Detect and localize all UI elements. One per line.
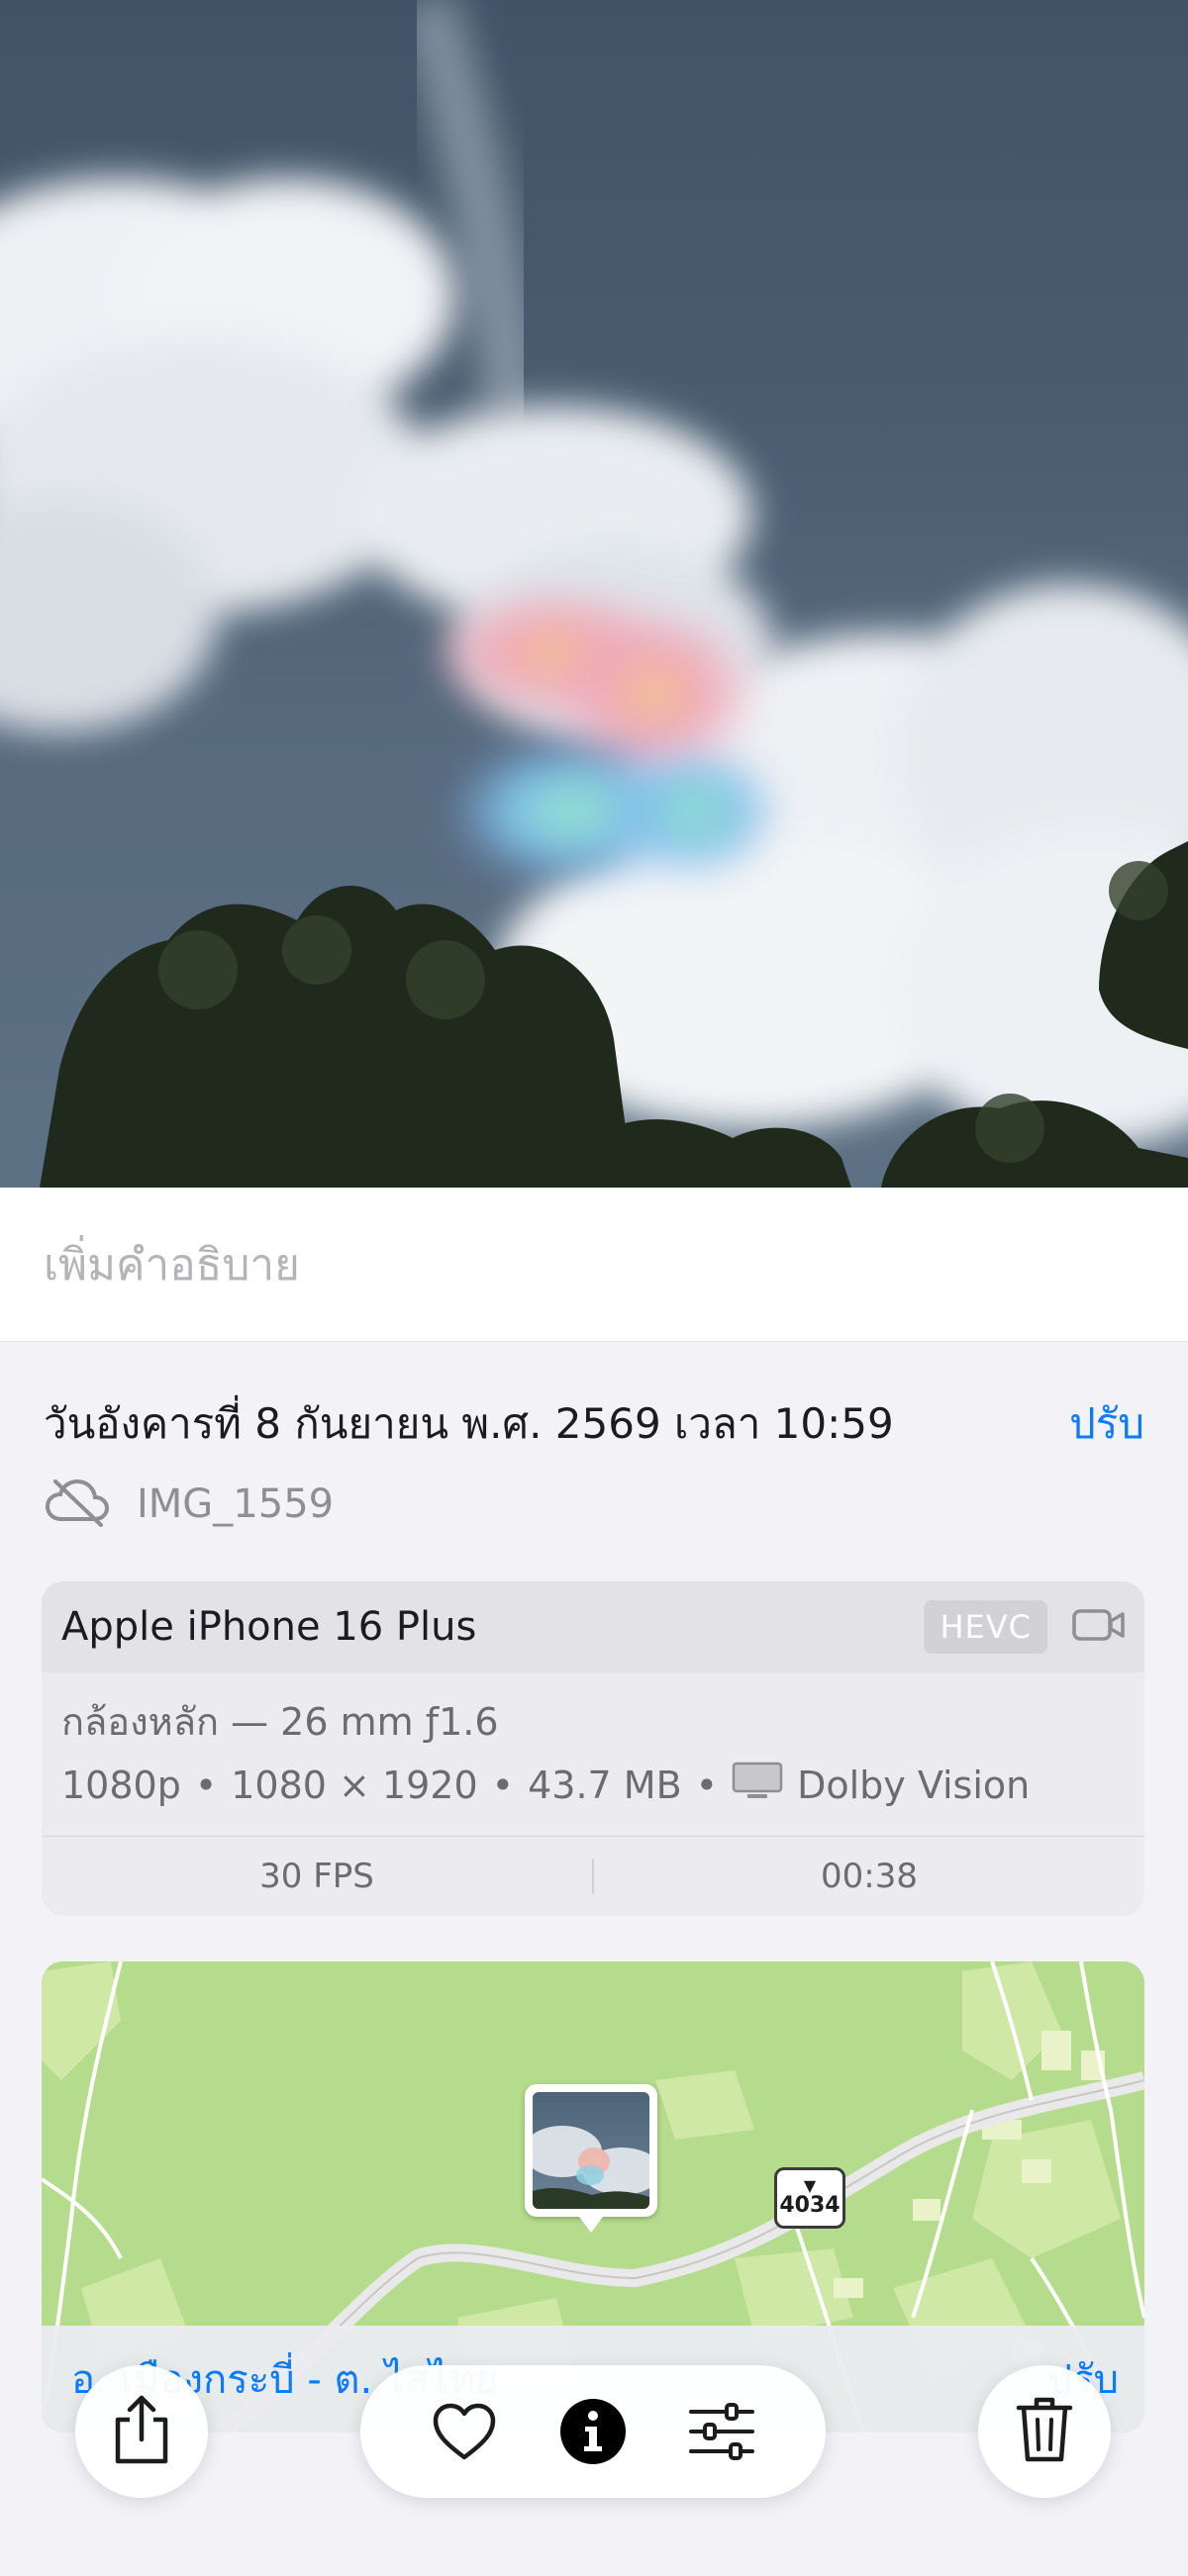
format-badge: HEVC	[924, 1600, 1047, 1654]
bullet: •	[695, 1764, 719, 1807]
capture-date: วันอังคารที่ 8 กันยายน พ.ศ. 2569 เวลา 10…	[44, 1399, 894, 1448]
sliders-icon	[689, 2403, 754, 2460]
pin-thumbnail	[533, 2092, 649, 2209]
heart-icon	[433, 2403, 496, 2460]
delete-button[interactable]	[978, 2365, 1111, 2498]
card-footer: 30 FPS 00:38	[42, 1836, 1144, 1916]
dimensions: 1080 × 1920	[231, 1764, 478, 1807]
frame-rate: 30 FPS	[259, 1857, 374, 1896]
photo-location-pin[interactable]	[525, 2084, 657, 2233]
video-camera-icon	[1071, 1605, 1127, 1649]
device-name: Apple iPhone 16 Plus	[61, 1604, 477, 1650]
location-map[interactable]: ▼ 4034 อ. เมืองกระบี่ - ต. ไสไทย ปรับ	[42, 1961, 1144, 2433]
edit-adjust-button[interactable]	[682, 2392, 761, 2471]
file-size: 43.7 MB	[528, 1764, 682, 1807]
bullet: •	[194, 1764, 218, 1807]
bullet: •	[491, 1764, 515, 1807]
lens-info: กล้องหลัก — 26 mm ƒ1.6	[61, 1699, 499, 1744]
caption-placeholder: เพิ่มคำอธิบาย	[44, 1239, 300, 1290]
photo-viewer[interactable]	[0, 0, 1188, 1188]
date-row: วันอังคารที่ 8 กันยายน พ.ศ. 2569 เวลา 10…	[44, 1389, 1144, 1459]
resolution: 1080p	[61, 1764, 181, 1807]
video-specs: 1080p • 1080 × 1920 • 43.7 MB • Dolby Vi…	[61, 1754, 1125, 1817]
share-button[interactable]	[75, 2365, 208, 2498]
hdr-format: Dolby Vision	[797, 1764, 1031, 1807]
card-header: Apple iPhone 16 Plus HEVC	[42, 1581, 1144, 1672]
file-row: IMG_1559	[44, 1473, 334, 1536]
cloud-slash-icon	[44, 1478, 111, 1531]
road-number-shield: ▼ 4034	[774, 2167, 845, 2229]
monitor-icon	[732, 1762, 783, 1810]
shield-emblem-icon: ▼	[803, 2176, 817, 2195]
road-number: 4034	[779, 2193, 841, 2218]
info-icon	[560, 2399, 626, 2464]
info-button[interactable]	[553, 2392, 633, 2471]
photo-image	[0, 0, 1188, 1188]
trash-icon	[1015, 2394, 1074, 2469]
file-name: IMG_1559	[137, 1481, 335, 1527]
favorite-button[interactable]	[425, 2392, 504, 2471]
caption-field[interactable]: เพิ่มคำอธิบาย	[0, 1188, 1188, 1342]
duration: 00:38	[821, 1857, 918, 1896]
adjust-date-button[interactable]: ปรับ	[1069, 1391, 1144, 1457]
share-icon	[110, 2394, 173, 2469]
main-toolbar	[360, 2365, 826, 2498]
camera-info-card: Apple iPhone 16 Plus HEVC กล้องหลัก — 26…	[42, 1581, 1144, 1916]
